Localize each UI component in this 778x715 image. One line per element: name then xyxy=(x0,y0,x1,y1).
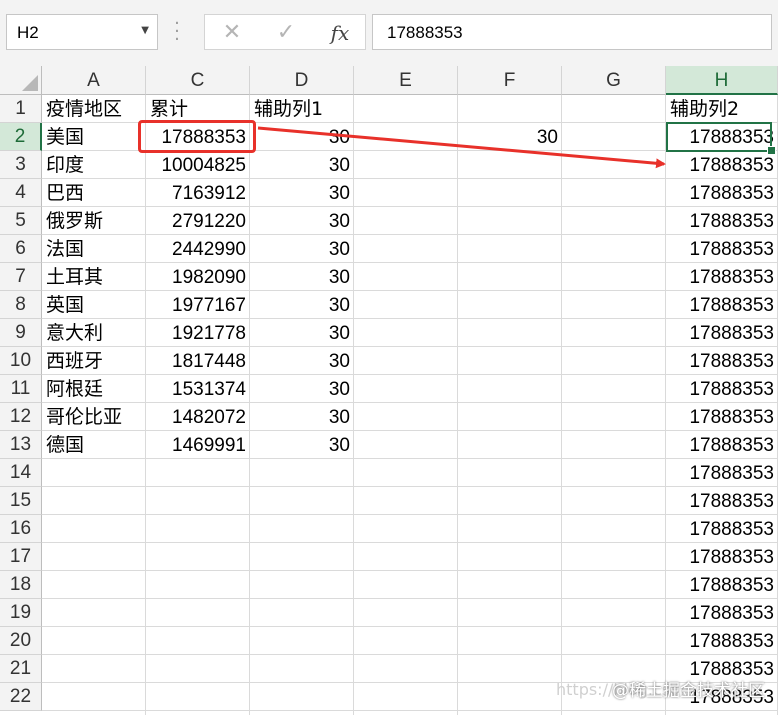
watermark-site: @稀土掘金技术社区 xyxy=(612,681,765,701)
annotation-arrow xyxy=(257,126,666,169)
